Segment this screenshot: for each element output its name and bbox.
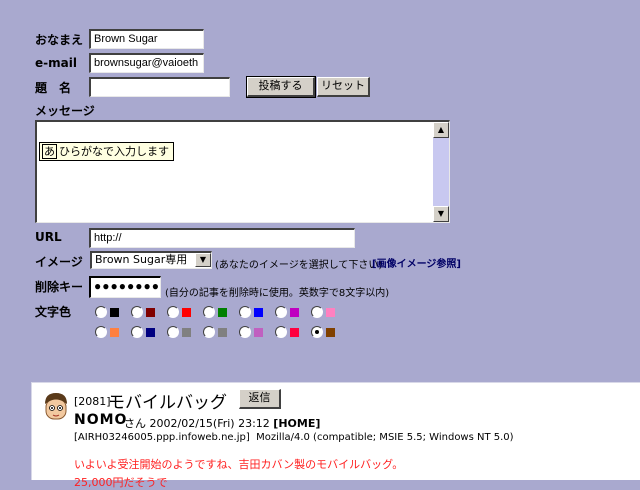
- post-meta: さん 2002/02/15(Fri) 23:12 [HOME]: [124, 415, 320, 431]
- color-swatch: [290, 328, 299, 337]
- user-avatar-icon: [45, 393, 67, 420]
- color-radio[interactable]: [311, 306, 323, 318]
- color-radio[interactable]: [275, 306, 287, 318]
- ime-text: ひらがなで入力します: [59, 145, 169, 158]
- image-select-value: Brown Sugar専用: [95, 253, 188, 266]
- home-link[interactable]: [HOME]: [273, 417, 320, 430]
- post-number: [2081]: [74, 395, 111, 408]
- scroll-up-icon[interactable]: ▲: [433, 122, 449, 138]
- post-date: 2002/02/15(Fri) 23:12: [149, 417, 270, 430]
- color-swatch: [110, 308, 119, 317]
- submit-button[interactable]: 投稿する: [246, 76, 316, 98]
- color-swatch: [218, 308, 227, 317]
- email-label: e-mail: [35, 56, 77, 70]
- color-swatch: [218, 328, 227, 337]
- name-label: おなまえ: [35, 33, 84, 47]
- delete-key-input[interactable]: ●●●●●●●●: [89, 276, 161, 298]
- color-radio[interactable]: [95, 306, 107, 318]
- author-suffix: さん: [124, 417, 146, 430]
- color-swatch: [182, 328, 191, 337]
- reset-button[interactable]: リセット: [317, 77, 370, 97]
- color-swatch: [326, 308, 335, 317]
- color-swatch: [290, 308, 299, 317]
- message-label: メッセージ: [35, 104, 95, 118]
- post-card: [2081] モバイルバッグ 返信 NOMO さん 2002/02/15(Fri…: [31, 382, 640, 489]
- color-radio[interactable]: [131, 326, 143, 338]
- ime-mode-icon: あ: [42, 144, 57, 159]
- color-radio[interactable]: [203, 326, 215, 338]
- url-input[interactable]: http://: [89, 228, 355, 248]
- subject-label: 題 名: [35, 81, 72, 95]
- color-radio[interactable]: [167, 306, 179, 318]
- color-radio[interactable]: [95, 326, 107, 338]
- reply-button[interactable]: 返信: [239, 389, 281, 409]
- color-swatch: [182, 308, 191, 317]
- color-radio[interactable]: [311, 326, 323, 338]
- scroll-down-icon[interactable]: ▼: [433, 206, 449, 222]
- color-swatch: [146, 308, 155, 317]
- subject-input[interactable]: [89, 77, 230, 97]
- chevron-down-icon[interactable]: ▼: [195, 253, 211, 267]
- color-swatch: [254, 328, 263, 337]
- email-input[interactable]: brownsugar@vaioeth: [89, 53, 204, 73]
- message-scrollbar[interactable]: ▲ ▼: [433, 122, 449, 222]
- color-radio[interactable]: [239, 326, 251, 338]
- name-input[interactable]: Brown Sugar: [89, 29, 204, 49]
- delete-key-note: (自分の記事を削除時に使用。英数字で8文字以内): [165, 288, 390, 299]
- post-agent: Mozilla/4.0 (compatible; MSIE 5.5; Windo…: [256, 432, 514, 443]
- post-body-line1: いよいよ受注開始のようですね、吉田カバン製のモバイルバッグ。: [74, 458, 404, 471]
- image-reference-link[interactable]: [画像イメージ参照]: [372, 255, 461, 270]
- post-host: [AIRH03246005.ppp.infoweb.ne.jp]: [74, 432, 250, 443]
- image-label: イメージ: [35, 255, 83, 269]
- delete-key-label: 削除キー: [35, 280, 84, 294]
- text-color-label: 文字色: [35, 305, 72, 319]
- url-label: URL: [35, 230, 62, 244]
- color-swatch: [110, 328, 119, 337]
- post-body-line2: 25,000円だそうで: [74, 476, 168, 489]
- ime-tooltip: あひらがなで入力します: [39, 142, 174, 161]
- post-title: モバイルバッグ: [108, 393, 227, 413]
- color-radio[interactable]: [167, 326, 179, 338]
- post-host-info: [AIRH03246005.ppp.infoweb.ne.jp] Mozilla…: [74, 432, 514, 443]
- post-author: NOMO: [74, 412, 128, 428]
- color-radio[interactable]: [275, 326, 287, 338]
- color-radio[interactable]: [203, 306, 215, 318]
- color-radio[interactable]: [131, 306, 143, 318]
- message-textarea[interactable]: ▲ ▼: [35, 120, 450, 223]
- color-radio[interactable]: [239, 306, 251, 318]
- image-note: (あなたのイメージを選択して下さい): [215, 260, 383, 271]
- color-swatch: [326, 328, 335, 337]
- color-swatch: [146, 328, 155, 337]
- color-swatch: [254, 308, 263, 317]
- image-select[interactable]: Brown Sugar専用 ▼: [90, 251, 212, 269]
